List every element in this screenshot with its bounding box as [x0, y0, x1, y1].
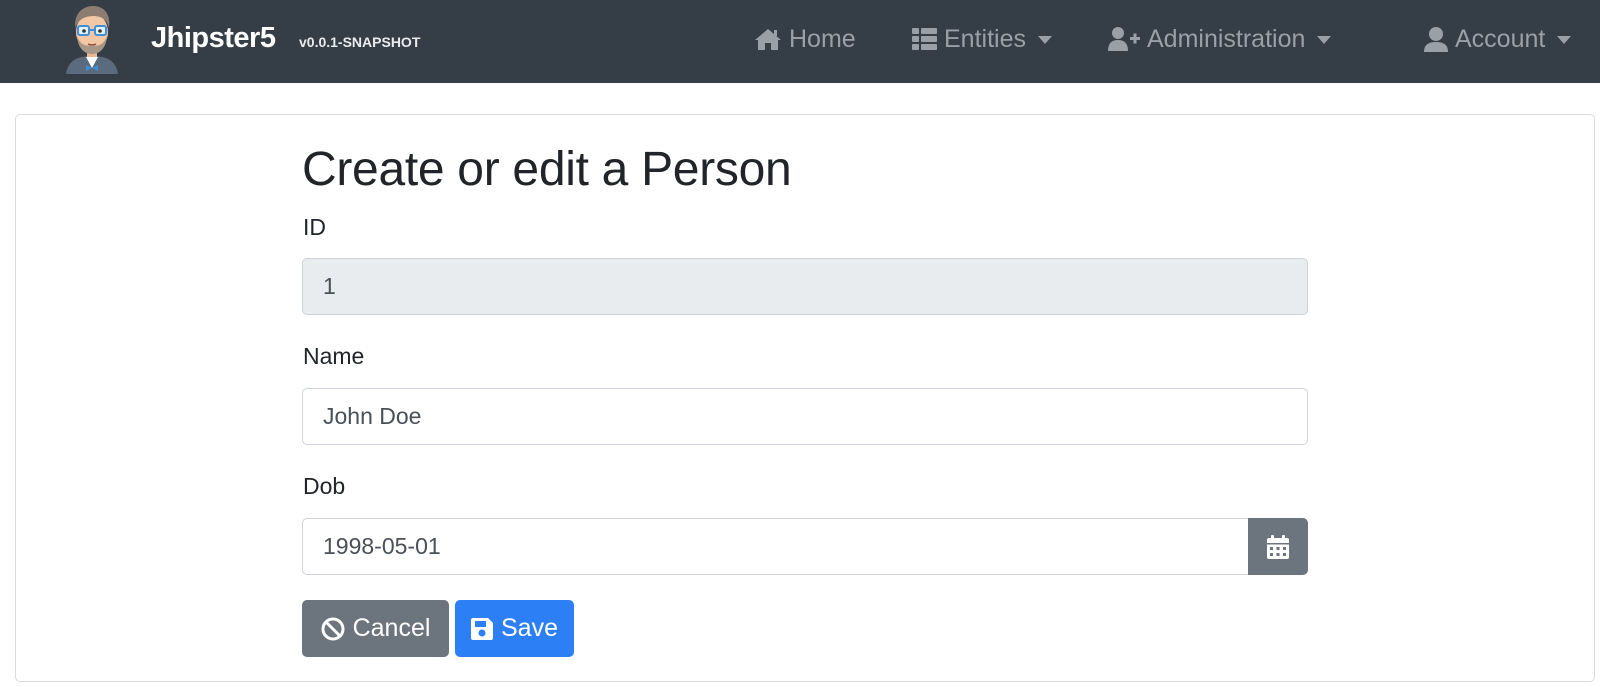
brand-name[interactable]: Jhipster5	[151, 22, 276, 55]
user-icon	[1424, 26, 1448, 52]
ban-icon	[321, 617, 345, 640]
id-field[interactable]	[302, 258, 1308, 315]
chevron-down-icon	[1317, 36, 1332, 44]
jhipster-logo[interactable]	[62, 2, 122, 74]
dob-label: Dob	[303, 473, 346, 499]
list-icon	[912, 28, 937, 50]
nav-account[interactable]: Account	[1424, 20, 1572, 58]
calendar-button[interactable]	[1248, 518, 1308, 575]
nav-administration[interactable]: Administration	[1108, 20, 1332, 58]
nav-entities-label: Entities	[944, 24, 1026, 53]
nav-entities[interactable]: Entities	[912, 20, 1052, 58]
save-button-label: Save	[501, 614, 558, 642]
nav-home-label: Home	[789, 24, 856, 53]
brand-version: v0.0.1-SNAPSHOT	[299, 34, 421, 50]
navbar: Jhipster5 v0.0.1-SNAPSHOT Home Entities …	[0, 0, 1600, 83]
nav-administration-label: Administration	[1147, 24, 1306, 53]
home-icon	[755, 29, 781, 50]
cancel-button[interactable]: Cancel	[302, 600, 449, 657]
calendar-icon	[1267, 534, 1289, 559]
id-label: ID	[303, 214, 326, 240]
nav-home[interactable]: Home	[754, 20, 856, 58]
name-field[interactable]	[302, 388, 1308, 445]
page-title: Create or edit a Person	[302, 143, 792, 196]
user-plus-icon	[1108, 27, 1140, 51]
save-icon	[471, 617, 493, 640]
dob-field[interactable]	[302, 518, 1248, 575]
nav-account-label: Account	[1455, 24, 1546, 53]
save-button[interactable]: Save	[455, 600, 574, 657]
cancel-button-label: Cancel	[352, 614, 431, 642]
name-label: Name	[303, 343, 365, 369]
chevron-down-icon	[1037, 36, 1052, 44]
chevron-down-icon	[1557, 36, 1572, 44]
